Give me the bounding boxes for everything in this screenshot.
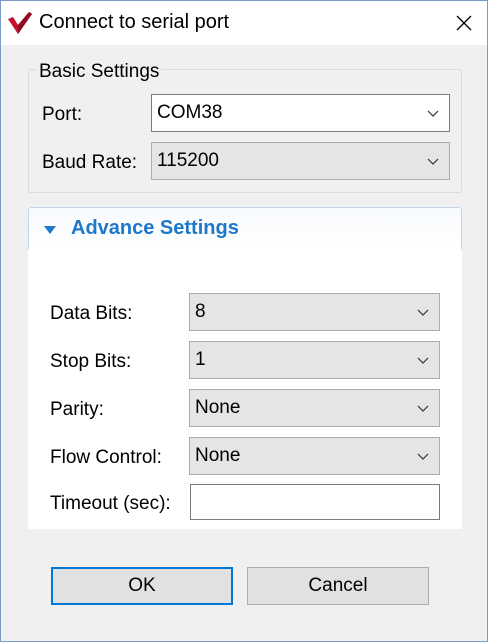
ok-button[interactable]: OK (51, 567, 233, 605)
chevron-down-icon (417, 405, 429, 412)
dialog-window: Connect to serial port Basic Settings Po… (0, 0, 488, 642)
chevron-down-icon (427, 110, 439, 117)
timeout-input[interactable] (190, 484, 440, 520)
advance-settings-title: Advance Settings (71, 217, 239, 239)
baud-rate-label: Baud Rate: (42, 152, 138, 173)
chevron-down-icon (417, 309, 429, 316)
chevron-down-icon (417, 357, 429, 364)
basic-settings-title: Basic Settings (37, 61, 162, 83)
chevron-down-icon (417, 453, 429, 460)
parity-combobox[interactable]: None (189, 389, 440, 427)
cancel-button[interactable]: Cancel (247, 567, 429, 605)
flow-control-value: None (195, 445, 241, 466)
baud-rate-combobox[interactable]: 115200 (151, 142, 450, 180)
expand-triangle-icon (44, 226, 56, 234)
advance-settings-header[interactable]: Advance Settings (28, 207, 462, 249)
timeout-label: Timeout (sec): (50, 493, 171, 514)
stop-bits-combobox[interactable]: 1 (189, 341, 440, 379)
title-bar: Connect to serial port (1, 1, 487, 45)
data-bits-combobox[interactable]: 8 (189, 293, 440, 331)
close-button[interactable] (441, 1, 487, 45)
data-bits-value: 8 (195, 301, 206, 322)
baud-rate-value: 115200 (157, 150, 219, 171)
port-label: Port: (42, 104, 83, 125)
red-checkmark-icon (8, 12, 32, 34)
flow-control-combobox[interactable]: None (189, 437, 440, 475)
port-value: COM38 (157, 102, 223, 123)
data-bits-label: Data Bits: (50, 303, 133, 324)
stop-bits-label: Stop Bits: (50, 351, 132, 372)
port-combobox[interactable]: COM38 (151, 94, 450, 132)
parity-value: None (195, 397, 241, 418)
window-title: Connect to serial port (39, 11, 230, 33)
chevron-down-icon (427, 158, 439, 165)
stop-bits-value: 1 (195, 349, 206, 370)
parity-label: Parity: (50, 399, 104, 420)
close-icon (456, 15, 472, 31)
flow-control-label: Flow Control: (50, 447, 162, 468)
